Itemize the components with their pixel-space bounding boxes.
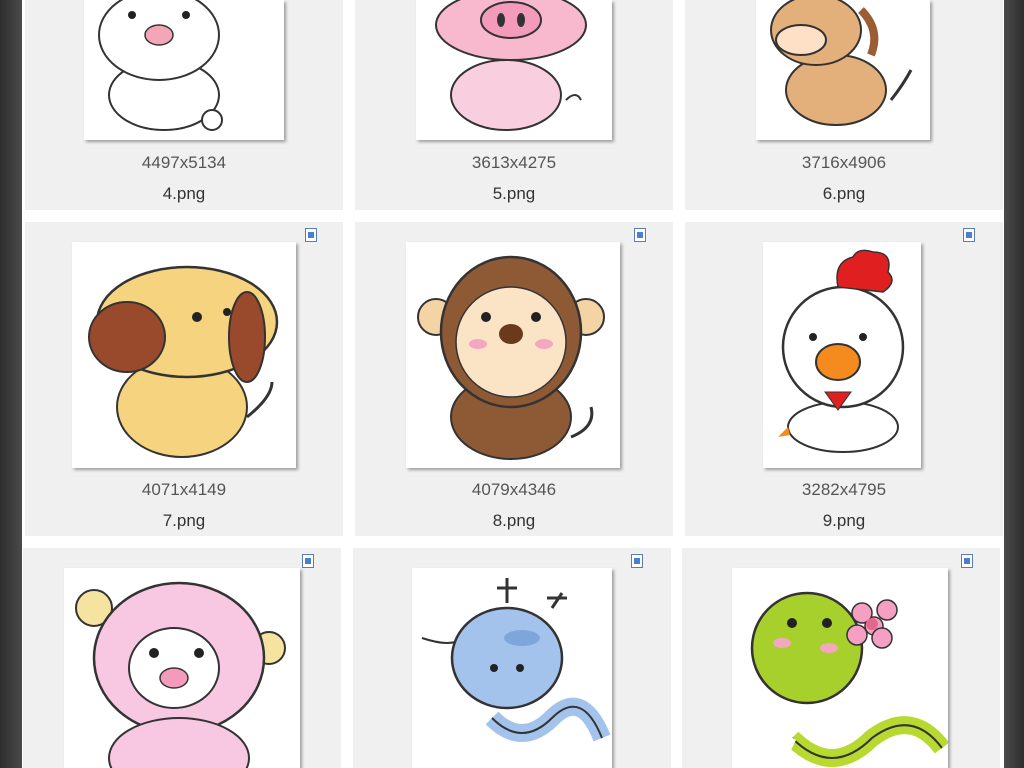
file-name: 6.png xyxy=(822,184,866,203)
horse-image[interactable] xyxy=(756,0,930,140)
left-shadow-edge xyxy=(0,0,22,768)
dog-image[interactable] xyxy=(72,242,296,468)
tile-12[interactable] xyxy=(682,548,1000,768)
snake-image[interactable] xyxy=(732,568,948,768)
tile-11[interactable] xyxy=(353,548,671,768)
tile-7[interactable]: 4071x4149 7.png xyxy=(25,222,343,536)
image-file-icon xyxy=(961,554,973,568)
tile-5[interactable]: 3613x4275 5.png xyxy=(355,0,673,210)
image-dimensions: 4497x5134 xyxy=(141,153,227,172)
cat-image[interactable] xyxy=(84,0,284,140)
image-dimensions: 3282x4795 xyxy=(801,480,887,499)
image-dimensions: 3613x4275 xyxy=(471,153,557,172)
image-file-icon xyxy=(631,554,643,568)
file-name: 4.png xyxy=(162,184,206,203)
image-file-icon xyxy=(634,228,646,242)
tile-9[interactable]: 3282x4795 9.png xyxy=(685,222,1003,536)
image-dimensions: 4071x4149 xyxy=(141,480,227,499)
tile-8[interactable]: 4079x4346 8.png xyxy=(355,222,673,536)
tile-10[interactable] xyxy=(23,548,341,768)
tile-6[interactable]: 3716x4906 6.png xyxy=(685,0,1003,210)
image-dimensions: 3716x4906 xyxy=(801,153,887,172)
sheep-image[interactable] xyxy=(64,568,300,768)
image-file-icon xyxy=(302,554,314,568)
file-name: 5.png xyxy=(492,184,536,203)
image-file-icon xyxy=(963,228,975,242)
file-name: 7.png xyxy=(162,511,206,530)
file-name: 9.png xyxy=(822,511,866,530)
image-dimensions: 4079x4346 xyxy=(471,480,557,499)
rooster-image[interactable] xyxy=(763,242,921,468)
right-shadow-edge xyxy=(1004,0,1024,768)
thumbnail-grid: 4497x5134 4.png 3613x4275 5.png 3716x490… xyxy=(22,0,1004,768)
tile-4[interactable]: 4497x5134 4.png xyxy=(25,0,343,210)
dragon-image[interactable] xyxy=(412,568,612,768)
pig-image[interactable] xyxy=(416,0,612,140)
monkey-image[interactable] xyxy=(406,242,620,468)
file-name: 8.png xyxy=(492,511,536,530)
image-file-icon xyxy=(305,228,317,242)
